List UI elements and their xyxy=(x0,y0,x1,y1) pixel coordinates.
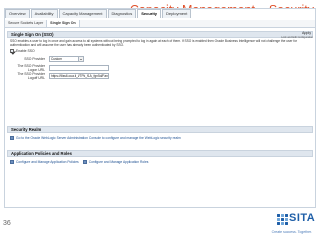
sub-tabs: Secure Sockets Layer Single Sign On xyxy=(5,20,315,28)
sso-provider-select[interactable]: Custom xyxy=(49,56,79,62)
manage-policies-link[interactable]: Configure and Manage Application Policie… xyxy=(16,160,79,164)
sso-login-url-row: The SSO Provider Logon URL xyxy=(10,64,109,72)
app-policies-header: Application Policies and Roles xyxy=(7,150,313,157)
subtab-secure-sockets-layer[interactable]: Secure Sockets Layer xyxy=(5,20,48,27)
enable-sso-row: Enable SSO xyxy=(10,49,35,53)
manage-roles-link[interactable]: Configure and Manage Application Roles xyxy=(89,160,149,164)
sita-logo: SITA xyxy=(276,212,316,227)
em-security-panel: Overview Availability Capacity Managemen… xyxy=(4,8,316,208)
enable-sso-checkbox[interactable] xyxy=(10,49,14,53)
app-policies-link-row: Configure and Manage Application Policie… xyxy=(10,160,148,164)
sso-logoff-url-input[interactable]: https://iliss6.oua.ii_l/TPk_f1A_fgn5d/Fa… xyxy=(49,73,109,79)
tab-capacity-management[interactable]: Capacity Management xyxy=(58,9,107,18)
page-number: 36 xyxy=(3,220,11,227)
roles-link-icon xyxy=(82,160,87,164)
sso-login-url-input[interactable] xyxy=(49,65,109,71)
tab-deployment[interactable]: Deployment xyxy=(162,9,192,18)
tab-overview[interactable]: Overview xyxy=(5,9,30,18)
sso-description: SSO enables a user to log in once and ga… xyxy=(10,39,298,47)
main-tabs: Overview Availability Capacity Managemen… xyxy=(5,9,192,18)
sso-section-header: Single Sign On (SSO) xyxy=(7,31,313,38)
security-realm-link-row: Go to the Oracle WebLogic Server Adminis… xyxy=(10,136,181,140)
console-link-icon xyxy=(10,136,14,140)
enable-sso-label: Enable SSO xyxy=(16,49,35,53)
sso-login-url-label: The SSO Provider Logon URL xyxy=(17,64,45,72)
sso-logoff-url-row: The SSO Provider Logoff URL https://ilis… xyxy=(10,72,109,80)
sita-mark-icon xyxy=(276,213,288,225)
subtab-single-sign-on[interactable]: Single Sign On xyxy=(47,20,80,27)
tagline: Create success. Together. xyxy=(271,230,312,234)
policies-link-icon xyxy=(10,160,14,164)
sso-provider-row: SSO Provider Custom xyxy=(10,56,84,62)
sso-provider-label: SSO Provider xyxy=(24,57,45,61)
security-realm-header: Security Realm xyxy=(7,126,313,133)
tab-diagnostics[interactable]: Diagnostics xyxy=(107,9,137,18)
sso-logoff-url-label: The SSO Provider Logoff URL xyxy=(17,72,45,80)
tab-availability[interactable]: Availability xyxy=(30,9,58,18)
tab-security[interactable]: Security xyxy=(137,9,162,18)
sita-wordmark: SITA xyxy=(289,212,316,224)
apply-button[interactable]: Apply xyxy=(300,31,313,35)
weblogic-console-link[interactable]: Go to the Oracle WebLogic Server Adminis… xyxy=(16,136,181,140)
chevron-down-icon[interactable] xyxy=(79,56,84,62)
